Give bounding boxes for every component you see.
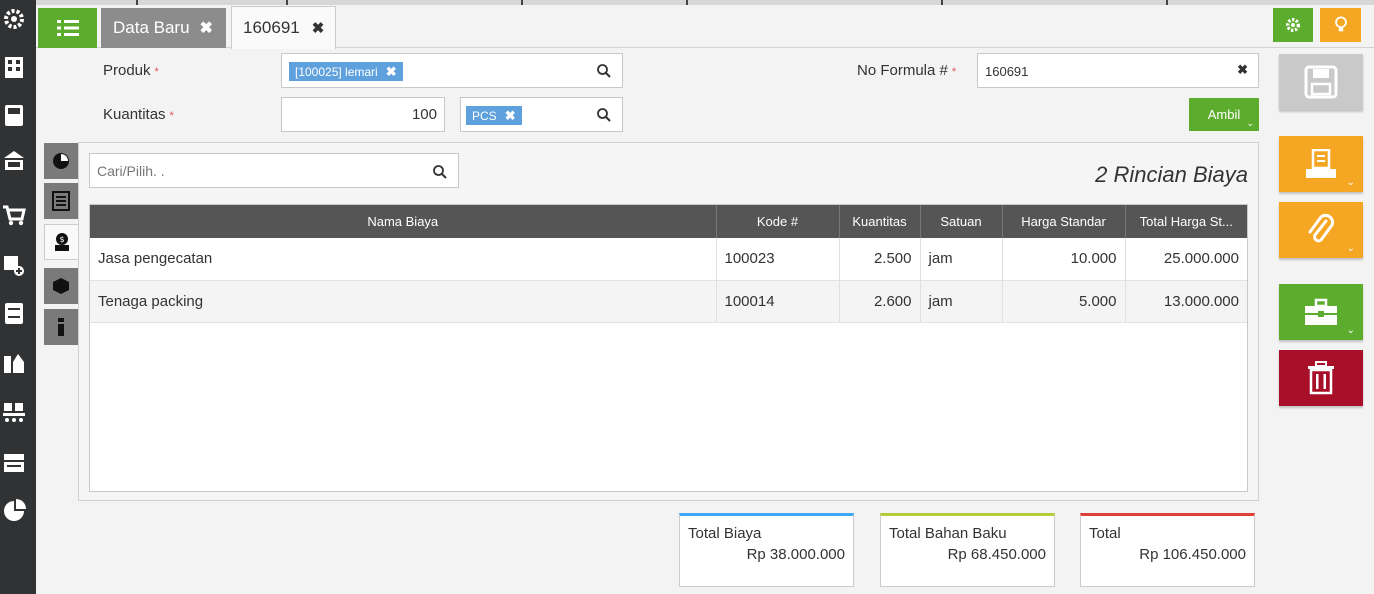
truck-plus-icon[interactable] xyxy=(0,250,28,280)
total-bahan-value: Rp 68.450.000 xyxy=(947,546,1046,563)
settings-button[interactable] xyxy=(1273,8,1313,42)
ambil-button[interactable]: Ambil ⌄ xyxy=(1189,98,1259,131)
tab-info[interactable] xyxy=(44,309,78,345)
chart-icon xyxy=(53,153,69,169)
produk-field[interactable]: [100025] lemari ✖ xyxy=(281,53,623,88)
col-header-total[interactable]: Total Harga St... xyxy=(1125,205,1247,238)
rincian-title: 2 Rincian Biaya xyxy=(1095,162,1248,187)
kuantitas-value: 100 xyxy=(411,106,437,123)
no-formula-field[interactable]: 160691 ✖ xyxy=(977,53,1259,88)
produk-chip: [100025] lemari ✖ xyxy=(289,62,403,81)
total-label: Total xyxy=(1089,525,1121,542)
lightbulb-icon xyxy=(1334,16,1347,32)
total-value: Rp 106.450.000 xyxy=(1139,546,1246,563)
app-sidebar xyxy=(0,0,36,594)
cabinet-icon[interactable] xyxy=(0,298,28,328)
close-icon[interactable]: ✖ xyxy=(312,19,325,37)
trash-icon xyxy=(1308,361,1334,395)
unit-chip: PCS ✖ xyxy=(466,106,522,125)
remove-icon[interactable]: ✖ xyxy=(505,108,516,124)
cell-nama: Tenaga packing xyxy=(90,280,717,323)
building-icon[interactable] xyxy=(0,52,28,82)
save-icon xyxy=(1304,65,1338,99)
total-biaya-label: Total Biaya xyxy=(688,525,762,542)
kuantitas-label: Kuantitas * xyxy=(103,106,174,123)
cell-satuan: jam xyxy=(920,238,1003,281)
bank-icon[interactable] xyxy=(0,145,28,175)
box-icon xyxy=(53,278,69,294)
attach-icon xyxy=(1308,213,1334,243)
cell-total: 25.000.000 xyxy=(1125,238,1247,281)
col-header-kode[interactable]: Kode # xyxy=(716,205,840,238)
col-header-harga[interactable]: Harga Standar xyxy=(1002,205,1126,238)
list-icon xyxy=(52,191,70,211)
cell-harga: 10.000 xyxy=(1002,238,1126,281)
briefcase-icon xyxy=(1305,298,1337,325)
search-icon[interactable] xyxy=(596,63,612,79)
menu-list-button[interactable] xyxy=(38,8,97,48)
kuantitas-input[interactable]: 100 xyxy=(281,97,445,132)
no-formula-label: No Formula # * xyxy=(857,62,957,79)
tax-icon[interactable] xyxy=(0,447,28,477)
search-input[interactable] xyxy=(90,154,410,187)
tab-data-baru[interactable]: Data Baru ✖ xyxy=(101,8,226,48)
tab-label: 160691 xyxy=(243,18,300,37)
total-biaya-value: Rp 38.000.000 xyxy=(746,546,845,563)
factory-icon[interactable] xyxy=(0,347,28,377)
cell-satuan: jam xyxy=(920,280,1003,323)
clear-icon[interactable]: ✖ xyxy=(1237,62,1248,78)
cell-kuantitas: 2.500 xyxy=(839,238,921,281)
total-bahan-card: Total Bahan Baku Rp 68.450.000 xyxy=(880,513,1055,587)
search-box[interactable] xyxy=(89,153,459,188)
attach-button[interactable]: ⌄ xyxy=(1279,202,1363,258)
search-icon[interactable] xyxy=(596,107,612,123)
total-card: Total Rp 106.450.000 xyxy=(1080,513,1255,587)
no-formula-value: 160691 xyxy=(985,64,1029,79)
cell-kode: 100023 xyxy=(716,238,840,281)
cell-harga: 5.000 xyxy=(1002,280,1126,323)
delete-button[interactable] xyxy=(1279,350,1363,406)
cell-kuantitas: 2.600 xyxy=(839,280,921,323)
briefcase-button[interactable]: ⌄ xyxy=(1279,284,1363,340)
col-header-kuantitas[interactable]: Kuantitas xyxy=(839,205,921,238)
produk-label: Produk * xyxy=(103,62,159,79)
pie-chart-icon[interactable] xyxy=(0,496,28,526)
tab-chart[interactable] xyxy=(44,143,78,179)
tab-list[interactable] xyxy=(44,183,78,219)
save-button[interactable] xyxy=(1279,54,1363,110)
tab-biaya[interactable]: $ xyxy=(44,224,78,260)
cell-total: 13.000.000 xyxy=(1125,280,1247,323)
table-row[interactable]: Jasa pengecatan 100023 2.500 jam 10.000 … xyxy=(90,238,1247,281)
col-header-nama[interactable]: Nama Biaya xyxy=(90,205,717,238)
calculator-icon[interactable] xyxy=(0,100,28,130)
tab-160691[interactable]: 160691 ✖ xyxy=(231,6,336,49)
tab-box[interactable] xyxy=(44,268,78,304)
print-icon xyxy=(1306,149,1336,178)
person-money-icon: $ xyxy=(54,233,69,251)
svg-text:$: $ xyxy=(59,235,64,244)
tab-label: Data Baru xyxy=(113,18,190,37)
close-icon[interactable]: ✖ xyxy=(200,18,213,38)
cell-nama: Jasa pengecatan xyxy=(90,238,717,281)
unit-field[interactable]: PCS ✖ xyxy=(460,97,623,132)
total-biaya-card: Total Biaya Rp 38.000.000 xyxy=(679,513,854,587)
total-bahan-label: Total Bahan Baku xyxy=(889,525,1007,542)
hint-button[interactable] xyxy=(1320,8,1361,42)
settings-icon[interactable] xyxy=(0,4,28,34)
conveyor-icon[interactable] xyxy=(0,397,28,427)
cell-kode: 100014 xyxy=(716,280,840,323)
biaya-table: Nama Biaya Kode # Kuantitas Satuan Harga… xyxy=(89,204,1248,492)
cart-icon[interactable] xyxy=(0,200,28,230)
col-header-satuan[interactable]: Satuan xyxy=(920,205,1003,238)
print-button[interactable]: ⌄ xyxy=(1279,136,1363,192)
search-icon[interactable] xyxy=(432,164,448,180)
list-menu-icon xyxy=(56,20,79,36)
remove-icon[interactable]: ✖ xyxy=(386,64,397,80)
info-icon xyxy=(58,318,64,336)
gear-icon xyxy=(1286,18,1300,32)
table-row[interactable]: Tenaga packing 100014 2.600 jam 5.000 13… xyxy=(90,280,1247,323)
